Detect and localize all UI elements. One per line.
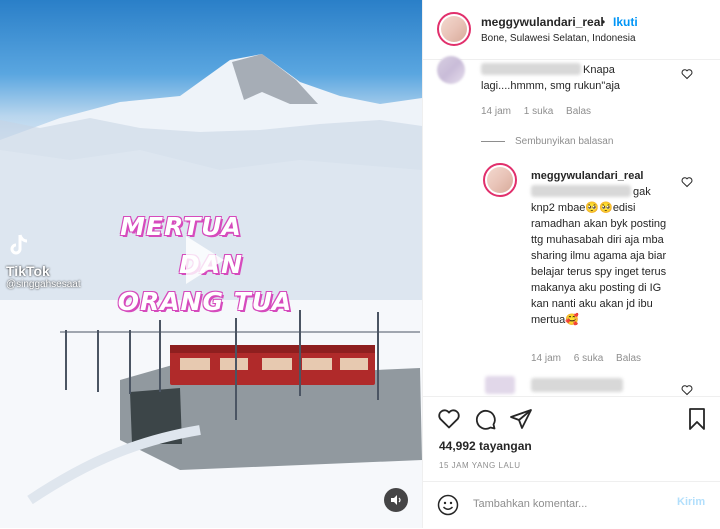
like-comment-heart-icon[interactable] (681, 68, 693, 80)
header-separator: • (601, 15, 606, 29)
play-icon[interactable] (182, 234, 226, 286)
comment-time: 14 jam (481, 106, 512, 117)
reply-avatar[interactable] (483, 163, 517, 197)
comment-input[interactable] (473, 494, 653, 514)
post-side-panel: meggywulandari_real • Ikuti Bone, Sulawe… (422, 0, 720, 528)
reply-likes[interactable]: 6 suka (574, 353, 603, 364)
reply-username[interactable]: meggywulandari_real (531, 168, 644, 184)
hide-replies-label: Sembunyikan balasan (515, 136, 614, 147)
next-commenter-avatar[interactable] (485, 376, 515, 394)
speaker-icon (391, 495, 401, 505)
post-date[interactable]: 15 JAM YANG LALU (439, 461, 521, 470)
tiktok-handle: @singgahsesaat (6, 279, 81, 290)
views-count[interactable]: 44,992 tayangan (439, 439, 532, 453)
reply-time: 14 jam (531, 353, 562, 364)
location-link[interactable]: Bone, Sulawesi Selatan, Indonesia (481, 33, 636, 44)
comment-icon[interactable] (473, 407, 497, 431)
commenter-avatar[interactable] (437, 56, 465, 84)
follow-button[interactable]: Ikuti (613, 15, 638, 29)
next-comment-redacted (531, 378, 623, 392)
reply-meta: 14 jam 6 suka Balas (531, 353, 651, 364)
tiktok-watermark: TikTok @singgahsesaat (6, 232, 81, 290)
avatar[interactable] (437, 12, 471, 46)
comment-meta: 14 jam 1 suka Balas (481, 106, 601, 117)
comment-composer: Kirim (423, 481, 720, 529)
like-next-comment-heart-icon[interactable] (681, 384, 693, 396)
post-actions: 44,992 tayangan 15 JAM YANG LALU Kirim (423, 396, 720, 528)
tiktok-logo-icon (10, 234, 28, 255)
header-username[interactable]: meggywulandari_real (481, 15, 604, 29)
overlay-line-3: ORANG TUA (117, 287, 293, 316)
bookmark-icon[interactable] (685, 407, 709, 431)
mute-button[interactable] (384, 488, 408, 512)
post-video[interactable]: MERTUA DAN ORANG TUA TikTok @singgahsesa… (0, 0, 422, 528)
like-reply-heart-icon[interactable] (681, 176, 693, 188)
comment-text: Knapa lagi....hmmm, smg rukun"aja (481, 64, 621, 92)
emoji-icon[interactable] (437, 494, 459, 516)
share-icon[interactable] (509, 407, 533, 431)
post-header: meggywulandari_real • Ikuti Bone, Sulawe… (423, 0, 720, 60)
comment-reply-button[interactable]: Balas (566, 106, 591, 117)
hide-replies-toggle[interactable]: Sembunyikan balasan (481, 136, 613, 147)
heart-icon[interactable] (437, 407, 461, 431)
reply-text: gak knp2 mbae🥺🥺edisi ramadhan akan byk p… (531, 186, 667, 326)
send-button[interactable]: Kirim (677, 496, 705, 508)
comment-likes[interactable]: 1 suka (524, 106, 553, 117)
tiktok-brand: TikTok (6, 263, 50, 279)
reply-reply-button[interactable]: Balas (616, 353, 641, 364)
